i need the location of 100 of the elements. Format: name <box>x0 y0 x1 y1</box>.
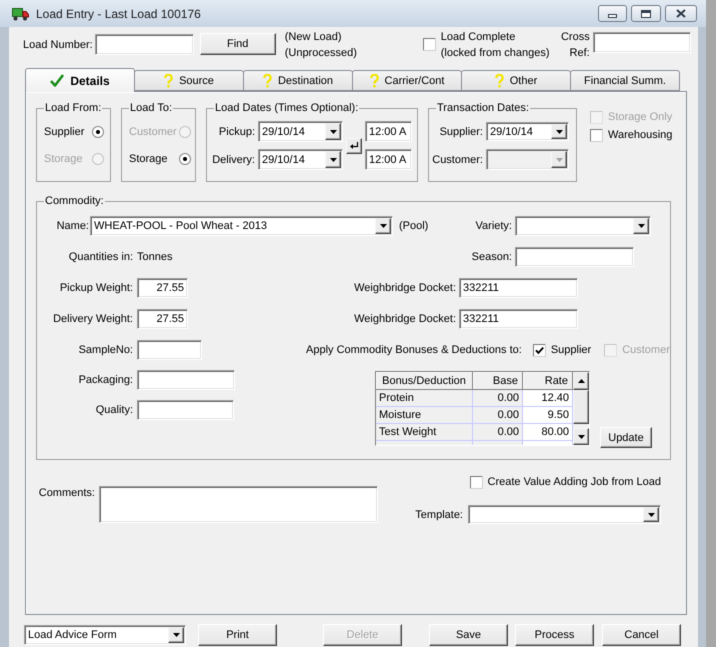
cancel-button[interactable]: Cancel <box>602 624 681 646</box>
report-dropdown[interactable]: Load Advice Form <box>24 625 186 645</box>
field-label: Season: <box>472 250 512 264</box>
dropdown-button[interactable] <box>325 123 341 140</box>
checkbox[interactable] <box>422 38 436 51</box>
field-label: Weighbridge Docket: <box>354 281 456 295</box>
season-field[interactable] <box>515 247 634 267</box>
table-cell: 0.00 <box>473 407 523 424</box>
docket-field[interactable]: 332211 <box>459 278 578 298</box>
time-field[interactable]: 12:00 A <box>365 121 412 142</box>
column-header: Bonus/Deduction <box>376 372 473 390</box>
docket-field[interactable]: 332211 <box>459 309 578 329</box>
return-arrow-icon <box>350 142 358 149</box>
scroll-down-button[interactable] <box>573 428 589 445</box>
tab[interactable]: Financial Summ. <box>570 70 680 91</box>
dropdown-button[interactable] <box>643 507 659 522</box>
table-cell: Protein <box>376 390 473 407</box>
checkbox-label: Storage Only <box>608 110 672 124</box>
tab[interactable]: Destination <box>243 70 353 91</box>
field-label: Pickup: <box>218 124 255 138</box>
print-button[interactable]: Print <box>198 624 277 646</box>
field-label: Cross <box>560 30 590 45</box>
radio-label: Storage <box>44 152 83 166</box>
field-label: Template: <box>415 508 463 522</box>
date-dropdown[interactable]: 29/10/14 <box>486 122 569 141</box>
tab[interactable]: Other <box>461 70 571 91</box>
weight-field[interactable]: 27.55 <box>137 309 188 329</box>
field-label: SampleNo: <box>78 343 133 357</box>
checkbox-label: Create Value Adding Job from Load <box>488 475 661 489</box>
table-cell: 0.00 <box>473 424 523 441</box>
field-label: Weighbridge Docket: <box>354 312 456 326</box>
question-mark-icon <box>494 74 504 88</box>
maximize-icon <box>641 10 651 18</box>
radio-label: Storage <box>129 152 168 166</box>
minimize-button[interactable] <box>598 5 627 22</box>
dropdown-button[interactable] <box>168 627 184 643</box>
process-button[interactable]: Process <box>515 624 594 646</box>
field-label: Pickup Weight: <box>60 281 133 295</box>
commodity-dropdown[interactable]: WHEAT-POOL - Pool Wheat - 2013 <box>90 216 393 236</box>
packaging-field[interactable] <box>137 370 235 390</box>
caret-down-icon <box>556 130 562 134</box>
template-dropdown[interactable] <box>468 505 661 524</box>
table-cell: Moisture <box>376 407 473 424</box>
scroll-up-button[interactable] <box>573 372 589 390</box>
truck-icon <box>12 6 29 21</box>
find-button[interactable]: Find <box>200 33 276 55</box>
tab[interactable]: Carrier/Cont <box>352 70 462 91</box>
field-label: Load Number: <box>23 38 93 52</box>
cross-ref-field[interactable] <box>592 32 691 53</box>
weight-field[interactable]: 27.55 <box>137 278 188 298</box>
sample-no-field[interactable] <box>137 340 202 360</box>
dropdown-button[interactable] <box>633 218 649 234</box>
variety-dropdown[interactable] <box>515 216 651 236</box>
question-mark-icon <box>164 74 174 88</box>
time-field[interactable]: 12:00 A <box>365 149 412 170</box>
field-label: Delivery Weight: <box>53 312 133 326</box>
group-title: Load To: <box>129 101 174 115</box>
checkbox[interactable] <box>532 344 546 356</box>
radio-button[interactable] <box>179 152 191 164</box>
table-cell: 0.00 <box>473 390 523 407</box>
field-label: Packaging: <box>78 373 133 387</box>
load-number-field[interactable] <box>94 34 194 55</box>
dropdown-button[interactable] <box>551 124 567 139</box>
table-cell: 12.40 <box>523 390 573 407</box>
tab[interactable]: Source <box>134 70 244 91</box>
status-text: (Unprocessed) <box>284 46 357 61</box>
dropdown-button[interactable] <box>375 218 391 234</box>
field-label: Quantities in: <box>68 250 133 264</box>
date-dropdown[interactable]: 29/10/14 <box>258 121 343 142</box>
table-cell: 9.50 <box>523 407 573 424</box>
unit-text: Tonnes <box>137 250 172 264</box>
minimize-icon <box>608 14 617 18</box>
field-label: Name: <box>56 219 89 233</box>
scrollbar-thumb[interactable] <box>573 390 589 424</box>
update-button[interactable]: Update <box>600 427 652 448</box>
maximize-button[interactable] <box>631 5 661 22</box>
caret-down-icon <box>380 224 386 228</box>
close-button[interactable] <box>665 5 697 22</box>
comments-field[interactable] <box>99 486 378 523</box>
field-label: Apply Commodity Bonuses & Deductions to: <box>306 343 522 357</box>
radio-button[interactable] <box>92 126 104 138</box>
group-title: Load From: <box>44 101 102 115</box>
field-label: Quality: <box>96 403 133 417</box>
checkbox-label: (locked from changes) <box>440 46 550 61</box>
field-label: Customer: <box>432 152 483 166</box>
checkbox[interactable] <box>590 128 603 142</box>
caret-down-icon <box>172 633 180 637</box>
caret-up-icon <box>578 379 584 383</box>
dropdown-button[interactable] <box>325 151 341 168</box>
quality-field[interactable] <box>137 400 234 420</box>
note-text: (Pool) <box>399 219 428 233</box>
tab[interactable]: Details <box>25 68 135 92</box>
checkbox[interactable] <box>470 476 483 488</box>
table-cell: 80.00 <box>523 424 573 441</box>
save-button[interactable]: Save <box>429 624 508 646</box>
date-dropdown[interactable]: 29/10/14 <box>258 149 343 170</box>
question-mark-icon <box>262 74 272 88</box>
caret-down-icon <box>578 434 584 438</box>
arrow-button[interactable] <box>346 138 362 154</box>
checkbox-label: Warehousing <box>608 128 672 142</box>
